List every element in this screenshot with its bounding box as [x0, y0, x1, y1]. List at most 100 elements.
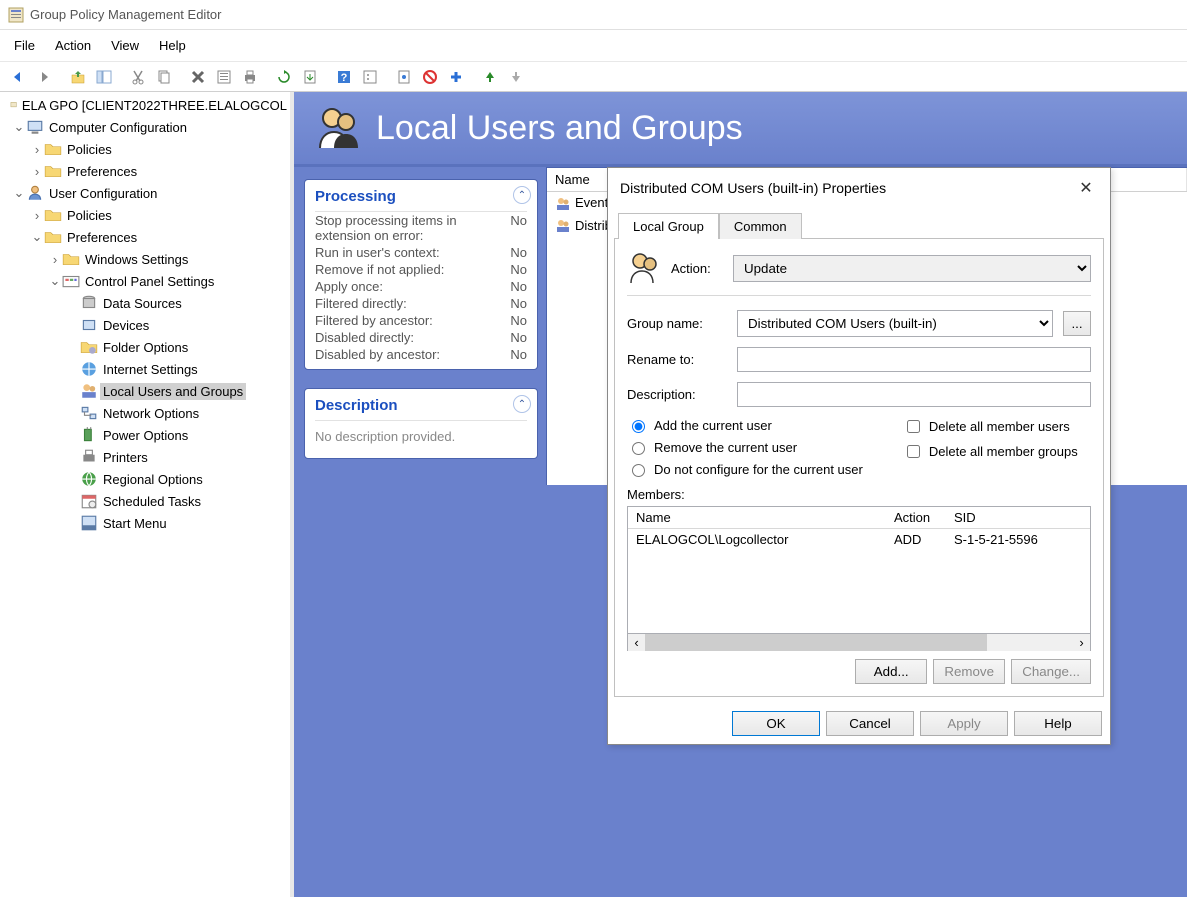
browse-button[interactable]: ...	[1063, 311, 1091, 336]
properties-dialog: Distributed COM Users (built-in) Propert…	[607, 167, 1111, 745]
checkbox-delete-member-groups[interactable]: Delete all member groups	[903, 442, 1078, 461]
tree-comp-preferences[interactable]: › Preferences	[0, 160, 290, 182]
expand-icon[interactable]: ⌄	[12, 186, 26, 200]
computer-icon	[26, 119, 44, 135]
menu-action[interactable]: Action	[45, 34, 101, 57]
forward-button[interactable]	[32, 65, 56, 89]
cut-button[interactable]	[126, 65, 150, 89]
menu-view[interactable]: View	[101, 34, 149, 57]
radio-add-current-user[interactable]: Add the current user	[627, 417, 863, 433]
members-col-action[interactable]: Action	[886, 507, 946, 528]
help-button[interactable]: Help	[1014, 711, 1102, 736]
processing-title: Processing	[315, 186, 527, 212]
expand-icon[interactable]: ›	[30, 142, 44, 156]
collapse-icon[interactable]: ⌃	[513, 186, 531, 204]
tree-start-menu[interactable]: Start Menu	[0, 512, 290, 534]
menu-file[interactable]: File	[4, 34, 45, 57]
expand-icon[interactable]: ⌄	[48, 274, 62, 288]
tree-windows-settings[interactable]: › Windows Settings	[0, 248, 290, 270]
description-title: Description	[315, 395, 527, 421]
checkbox-delete-member-users[interactable]: Delete all member users	[903, 417, 1078, 436]
members-add-button[interactable]: Add...	[855, 659, 927, 684]
action-select[interactable]: Update	[733, 255, 1091, 282]
delete-button[interactable]	[186, 65, 210, 89]
tree-data-sources[interactable]: Data Sources	[0, 292, 290, 314]
description-label: Description:	[627, 387, 727, 402]
close-button[interactable]: ✕	[1074, 176, 1098, 200]
radio-remove-current-user[interactable]: Remove the current user	[627, 439, 863, 455]
scroll-left-icon[interactable]: ‹	[628, 634, 645, 651]
dialog-title: Distributed COM Users (built-in) Propert…	[620, 180, 886, 196]
collapse-icon[interactable]: ⌃	[513, 395, 531, 413]
options-button[interactable]	[358, 65, 382, 89]
apply-button[interactable]: Apply	[920, 711, 1008, 736]
device-icon	[80, 317, 98, 333]
datasource-icon	[80, 295, 98, 311]
ok-button[interactable]: OK	[732, 711, 820, 736]
move-up-icon[interactable]	[478, 65, 502, 89]
description-body: No description provided.	[315, 421, 527, 452]
tree-printers[interactable]: Printers	[0, 446, 290, 468]
tree-root[interactable]: ELA GPO [CLIENT2022THREE.ELALOGCOL	[0, 94, 290, 116]
description-input[interactable]	[737, 382, 1091, 407]
dialog-tabs: Local Group Common	[614, 208, 1104, 238]
schedule-icon	[80, 493, 98, 509]
cancel-button[interactable]: Cancel	[826, 711, 914, 736]
members-change-button[interactable]: Change...	[1011, 659, 1091, 684]
radio-do-not-configure[interactable]: Do not configure for the current user	[627, 461, 863, 477]
group-name-label: Group name:	[627, 316, 727, 331]
print-button[interactable]	[238, 65, 262, 89]
move-down-icon[interactable]	[504, 65, 528, 89]
back-button[interactable]	[6, 65, 30, 89]
tree-user-policies[interactable]: › Policies	[0, 204, 290, 226]
up-button[interactable]	[66, 65, 90, 89]
rename-input[interactable]	[737, 347, 1091, 372]
tree-network-options[interactable]: Network Options	[0, 402, 290, 424]
expand-icon[interactable]: ›	[30, 208, 44, 222]
gpo-icon	[10, 97, 17, 113]
tree-regional-options[interactable]: Regional Options	[0, 468, 290, 490]
tree-devices[interactable]: Devices	[0, 314, 290, 336]
expand-icon[interactable]: ›	[30, 164, 44, 178]
members-col-sid[interactable]: SID	[946, 507, 1090, 528]
tab-common[interactable]: Common	[719, 213, 802, 239]
tree-scheduled-tasks[interactable]: Scheduled Tasks	[0, 490, 290, 512]
help-button[interactable]: ?	[332, 65, 356, 89]
copy-button[interactable]	[152, 65, 176, 89]
tree-power-options[interactable]: Power Options	[0, 424, 290, 446]
expand-icon[interactable]: ⌄	[30, 230, 44, 244]
network-icon	[80, 405, 98, 421]
members-remove-button[interactable]: Remove	[933, 659, 1005, 684]
tree-comp-policies[interactable]: › Policies	[0, 138, 290, 160]
properties-button[interactable]	[212, 65, 236, 89]
members-col-name[interactable]: Name	[628, 507, 886, 528]
export-button[interactable]	[298, 65, 322, 89]
tree-local-users-and-groups[interactable]: Local Users and Groups	[0, 380, 290, 402]
tree-folder-options[interactable]: Folder Options	[0, 336, 290, 358]
tree-control-panel-settings[interactable]: ⌄ Control Panel Settings	[0, 270, 290, 292]
menu-help[interactable]: Help	[149, 34, 196, 57]
members-scrollbar[interactable]: ‹ ›	[627, 634, 1091, 651]
tree-user-configuration[interactable]: ⌄ User Configuration	[0, 182, 290, 204]
tree-user-preferences[interactable]: ⌄ Preferences	[0, 226, 290, 248]
show-hide-tree-button[interactable]	[92, 65, 116, 89]
wizard-button[interactable]	[392, 65, 416, 89]
tree-internet-settings[interactable]: Internet Settings	[0, 358, 290, 380]
control-panel-icon	[62, 273, 80, 289]
add-icon[interactable]	[444, 65, 468, 89]
scroll-thumb[interactable]	[645, 634, 987, 651]
page-banner: Local Users and Groups	[294, 92, 1187, 167]
stop-icon[interactable]	[418, 65, 442, 89]
refresh-button[interactable]	[272, 65, 296, 89]
nav-tree[interactable]: ELA GPO [CLIENT2022THREE.ELALOGCOL ⌄ Com…	[0, 92, 294, 897]
tree-computer-configuration[interactable]: ⌄ Computer Configuration	[0, 116, 290, 138]
start-menu-icon	[80, 515, 98, 531]
members-list[interactable]: Name Action SID ELALOGCOL\Logcollector A…	[627, 506, 1091, 634]
group-name-select[interactable]: Distributed COM Users (built-in)	[737, 310, 1053, 337]
expand-icon[interactable]: ⌄	[12, 120, 26, 134]
group-icon	[555, 196, 571, 212]
member-row[interactable]: ELALOGCOL\Logcollector ADD S-1-5-21-5596	[628, 529, 1090, 550]
scroll-right-icon[interactable]: ›	[1073, 634, 1090, 651]
tab-local-group[interactable]: Local Group	[618, 213, 719, 239]
expand-icon[interactable]: ›	[48, 252, 62, 266]
